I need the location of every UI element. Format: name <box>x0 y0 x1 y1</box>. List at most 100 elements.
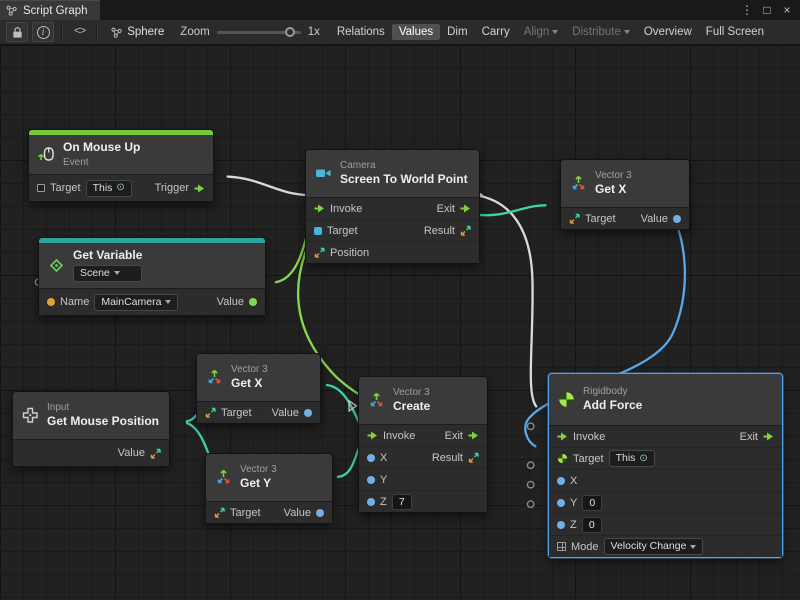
port-result[interactable]: Result <box>424 225 471 237</box>
chevron-down-icon <box>552 30 558 34</box>
toolbar-button-overview[interactable]: Overview <box>637 24 699 40</box>
float-port-icon <box>367 454 375 462</box>
float-port-icon <box>673 215 681 223</box>
float-port-icon <box>367 476 375 484</box>
toolbar-button-align[interactable]: Align <box>517 24 566 40</box>
force-mode-dropdown[interactable]: Velocity Change <box>604 538 704 555</box>
graph-toolbar: i <> Sphere Zoom 1x Relations Values Dim… <box>0 20 800 45</box>
y-value-field[interactable]: 0 <box>582 495 602 511</box>
toolbar-button-relations[interactable]: Relations <box>330 24 392 40</box>
target-icon: ⊙ <box>116 183 124 193</box>
port-value[interactable]: Value <box>284 507 324 519</box>
lock-icon <box>11 26 24 39</box>
node-get-variable[interactable]: Get Variable Scene Name MainCamera Value <box>38 237 266 316</box>
graph-breadcrumb[interactable]: Sphere <box>103 26 172 38</box>
port-x[interactable]: X <box>557 475 577 487</box>
enum-port-icon <box>557 542 566 551</box>
port-exit[interactable]: Exit <box>437 203 471 215</box>
chevron-down-icon <box>690 545 696 549</box>
vector-port-icon <box>150 448 161 459</box>
port-exit[interactable]: Exit <box>445 430 479 442</box>
lock-button[interactable] <box>6 22 28 42</box>
variable-scope-dropdown[interactable]: Scene <box>73 265 142 282</box>
port-z[interactable]: Z0 <box>557 517 602 533</box>
node-category: Input <box>47 402 159 413</box>
port-mode[interactable]: Mode Velocity Change <box>557 538 703 555</box>
node-row: Target Value <box>561 208 689 229</box>
port-result[interactable]: Result <box>432 452 479 464</box>
zoom-slider-knob[interactable] <box>285 27 295 37</box>
node-row: Y0 <box>549 491 782 513</box>
node-title: Get X <box>231 377 268 390</box>
port-target[interactable]: Target <box>314 225 358 237</box>
port-z[interactable]: Z7 <box>367 494 412 510</box>
node-row: Target Value <box>197 402 320 423</box>
port-target[interactable]: Target This⊙ <box>37 180 132 197</box>
script-graph-icon <box>6 5 17 16</box>
toolbar-button-values[interactable]: Values <box>392 24 440 40</box>
node-get-y[interactable]: Vector 3 Get Y Target Value <box>205 453 333 524</box>
more-menu-icon[interactable]: ⋮ <box>738 3 756 17</box>
port-value[interactable]: Value <box>217 296 257 308</box>
target-self-chip[interactable]: This⊙ <box>86 180 132 197</box>
node-category: Vector 3 <box>240 464 277 475</box>
node-add-force[interactable]: Rigidbody Add Force Invoke Exit Target T… <box>548 373 783 558</box>
node-title: Create <box>393 400 430 413</box>
port-target[interactable]: Target <box>569 213 616 225</box>
port-value[interactable]: Value <box>118 447 161 459</box>
port-exit[interactable]: Exit <box>740 431 774 443</box>
port-value[interactable]: Value <box>272 407 312 419</box>
graph-canvas[interactable]: On Mouse Up Event Target This⊙ Trigger <box>0 45 800 600</box>
vector-port-icon <box>314 247 325 258</box>
camera-port-icon <box>314 227 322 235</box>
port-target[interactable]: Target <box>205 407 252 419</box>
node-on-mouse-up[interactable]: On Mouse Up Event Target This⊙ Trigger <box>28 129 214 202</box>
port-y[interactable]: Y <box>367 474 387 486</box>
node-get-x-top[interactable]: Vector 3 Get X Target Value <box>560 159 690 230</box>
info-button[interactable]: i <box>32 22 54 42</box>
node-vector3-create[interactable]: Vector 3 Create Invoke Exit X Result Y Z… <box>358 376 488 513</box>
node-row: Target This⊙ <box>549 447 782 469</box>
node-get-mouse-position[interactable]: Input Get Mouse Position Value <box>12 391 170 467</box>
variable-name-dropdown[interactable]: MainCamera <box>94 294 178 311</box>
node-screen-to-world-point[interactable]: Camera Screen To World Point Invoke Exit… <box>305 149 480 264</box>
toolbar-button-fullscreen[interactable]: Full Screen <box>699 24 771 40</box>
port-invoke[interactable]: Invoke <box>367 430 415 442</box>
port-position[interactable]: Position <box>314 247 369 259</box>
port-invoke[interactable]: Invoke <box>314 203 362 215</box>
maximize-icon[interactable]: □ <box>758 3 776 17</box>
node-row: Invoke Exit <box>359 425 487 446</box>
close-icon[interactable]: × <box>778 3 796 17</box>
node-title: Get Mouse Position <box>47 415 159 428</box>
port-target[interactable]: Target <box>214 507 261 519</box>
tab-script-graph[interactable]: Script Graph <box>0 0 100 20</box>
flow-arrow-icon <box>314 203 325 214</box>
node-row: Value <box>13 440 169 466</box>
tab-title: Script Graph <box>23 5 88 17</box>
string-port-icon <box>47 298 55 306</box>
unconnected-port-marker <box>527 501 533 507</box>
node-title: Get Y <box>240 477 277 490</box>
port-value[interactable]: Value <box>641 213 681 225</box>
float-port-icon <box>557 499 565 507</box>
unconnected-port-marker <box>527 462 533 468</box>
port-invoke[interactable]: Invoke <box>557 431 605 443</box>
port-trigger[interactable]: Trigger <box>155 182 205 194</box>
toolbar-button-dim[interactable]: Dim <box>440 24 474 40</box>
toolbar-button-carry[interactable]: Carry <box>475 24 517 40</box>
port-name[interactable]: Name MainCamera <box>47 294 178 311</box>
info-icon: i <box>37 26 50 39</box>
zoom-slider[interactable] <box>217 31 301 34</box>
rigidbody-port-icon <box>557 453 568 464</box>
zoom-value: 1x <box>308 26 320 38</box>
code-view-button[interactable]: <> <box>68 26 91 38</box>
port-y[interactable]: Y0 <box>557 495 602 511</box>
port-target[interactable]: Target This⊙ <box>557 450 655 467</box>
node-get-x-mid[interactable]: Vector 3 Get X Target Value <box>196 353 321 424</box>
port-x[interactable]: X <box>367 452 387 464</box>
node-row: X Result <box>359 446 487 468</box>
target-self-chip[interactable]: This⊙ <box>609 450 655 467</box>
toolbar-button-distribute[interactable]: Distribute <box>565 24 637 40</box>
z-value-field[interactable]: 0 <box>582 517 602 533</box>
z-value-field[interactable]: 7 <box>392 494 412 510</box>
